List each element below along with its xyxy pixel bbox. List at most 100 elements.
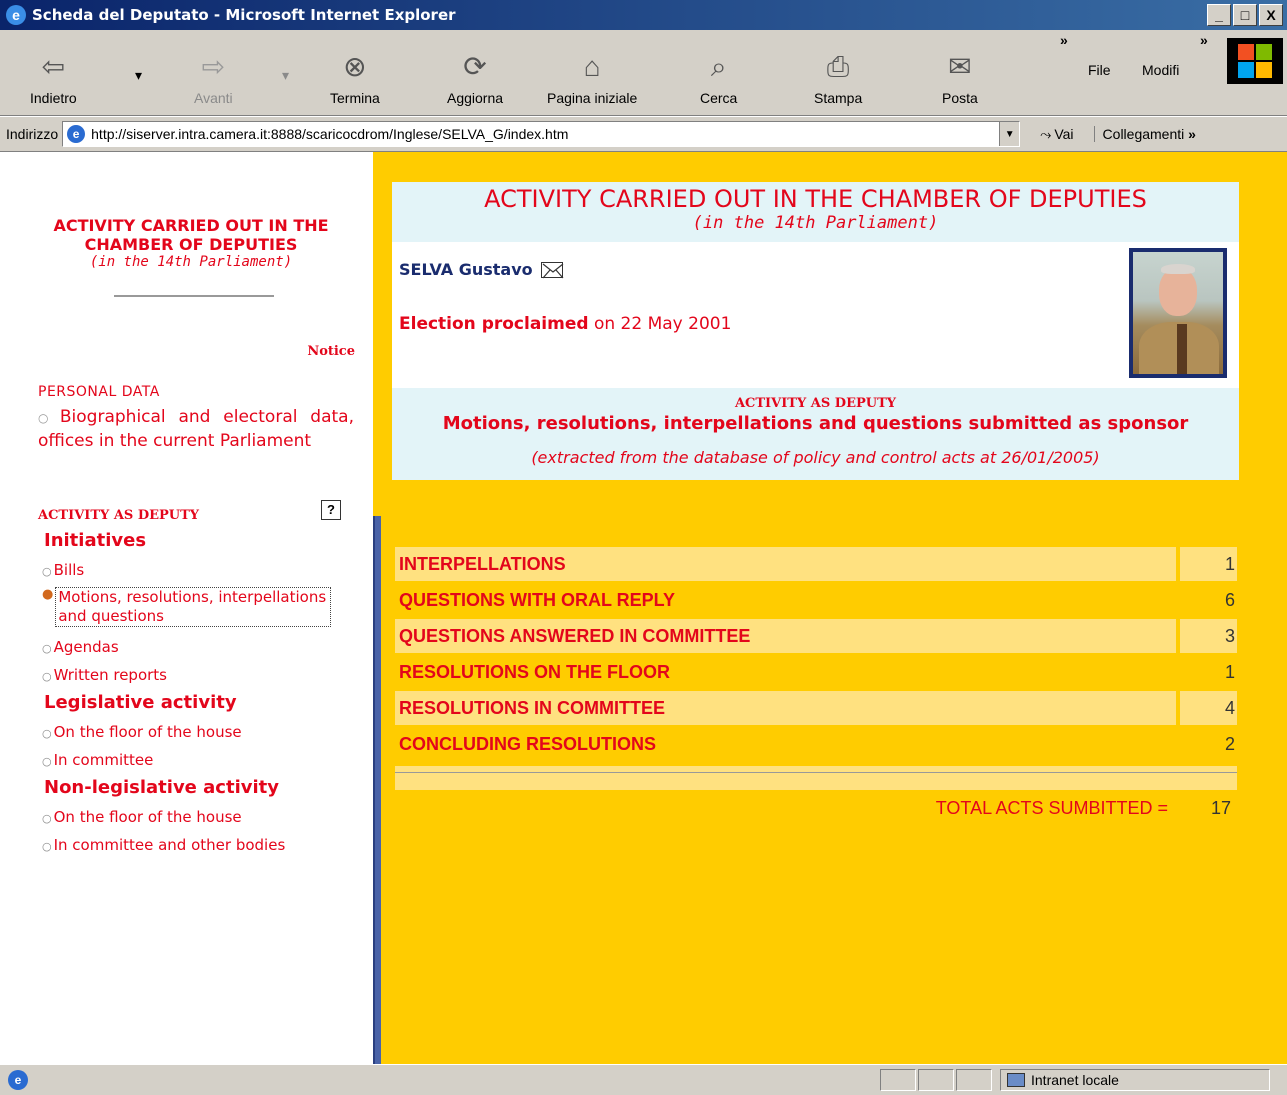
bullet-icon: ○ xyxy=(38,411,56,425)
table-row[interactable]: QUESTIONS ANSWERED IN COMMITTEE 3 xyxy=(395,619,1237,654)
page-icon: e xyxy=(67,125,86,143)
nav-title: ACTIVITY CARRIED OUT IN THE CHAMBER OF D… xyxy=(53,216,329,254)
go-arrow-icon: ⤳ xyxy=(1040,125,1052,142)
act-type-link[interactable]: RESOLUTIONS IN COMMITTEE xyxy=(395,691,1176,725)
bio-link[interactable]: ○ Biographical and electoral data, office… xyxy=(38,406,354,453)
menu-edit[interactable]: Modifi xyxy=(1142,50,1179,90)
nav-item-leg-committee[interactable]: ○ In committee xyxy=(42,751,153,769)
help-button[interactable]: ? xyxy=(321,500,341,520)
nav-item-motions[interactable]: ● Motions, resolutions, interpellations a… xyxy=(42,587,352,627)
minimize-button[interactable]: _ xyxy=(1207,4,1231,26)
address-dropdown[interactable]: ▼ xyxy=(999,122,1020,146)
act-type-link[interactable]: INTERPELLATIONS xyxy=(395,547,1176,581)
activity-as-deputy-label: ACTIVITY AS DEPUTY xyxy=(734,396,897,411)
deputy-name: SELVA Gustavo xyxy=(399,260,533,279)
nav-item-written-reports[interactable]: ○ Written reports xyxy=(42,666,167,684)
nav-item-bills[interactable]: ○ Bills xyxy=(42,561,84,579)
ie-app-icon[interactable]: e xyxy=(6,5,26,25)
table-separator xyxy=(395,766,1237,790)
home-button[interactable]: ⌂ Pagina iniziale xyxy=(547,36,637,112)
bullet-icon: ○ xyxy=(42,840,52,853)
act-count: 3 xyxy=(1180,619,1237,653)
activity-summary-header: ACTIVITY AS DEPUTY Motions, resolutions,… xyxy=(392,388,1239,480)
security-zone: Intranet locale xyxy=(1000,1069,1270,1091)
activity-heading: ACTIVITY AS DEPUTY xyxy=(38,508,200,523)
toolbar-overflow[interactable]: » xyxy=(1060,32,1068,54)
deputy-name-row: SELVA Gustavo xyxy=(399,260,564,279)
bullet-icon: ○ xyxy=(42,670,52,683)
links-toolbar[interactable]: Collegamenti » xyxy=(1093,126,1196,142)
table-row[interactable]: RESOLUTIONS IN COMMITTEE 4 xyxy=(395,691,1237,726)
content-header: ACTIVITY CARRIED OUT IN THE CHAMBER OF D… xyxy=(392,182,1239,242)
nav-item-leg-floor[interactable]: ○ On the floor of the house xyxy=(42,723,242,741)
election-info: Election proclaimed on 22 May 2001 xyxy=(399,314,732,334)
main-content-frame: ACTIVITY CARRIED OUT IN THE CHAMBER OF D… xyxy=(381,152,1287,1064)
act-type-link[interactable]: QUESTIONS ANSWERED IN COMMITTEE xyxy=(395,619,1176,653)
nav-item-agendas[interactable]: ○ Agendas xyxy=(42,638,119,656)
act-type-link[interactable]: QUESTIONS WITH ORAL REPLY xyxy=(395,583,1176,617)
status-pane xyxy=(956,1069,992,1091)
mail-button[interactable]: ✉ Posta xyxy=(942,36,978,112)
back-dropdown[interactable]: ▾ xyxy=(135,64,142,84)
windows-logo-icon xyxy=(1227,38,1283,84)
page-status-icon: e xyxy=(8,1070,28,1090)
home-icon: ⌂ xyxy=(583,51,601,82)
forward-arrow-icon: ⇨ xyxy=(201,51,226,82)
close-button[interactable]: X xyxy=(1259,4,1283,26)
address-label: Indirizzo xyxy=(6,126,59,142)
refresh-button[interactable]: ⟳ Aggiorna xyxy=(447,36,503,112)
bullet-icon: ○ xyxy=(42,812,52,825)
forward-button[interactable]: ⇨ Avanti xyxy=(194,36,233,112)
status-pane xyxy=(880,1069,916,1091)
browser-toolbar: ⇦ Indietro ▾ ⇨ Avanti ▾ ⊗ Termina ⟳ Aggi… xyxy=(0,30,1287,116)
bullet-icon: ○ xyxy=(42,642,52,655)
mail-icon: ✉ xyxy=(948,51,972,82)
zone-label: Intranet locale xyxy=(1031,1072,1119,1088)
menu-file[interactable]: File xyxy=(1088,50,1111,90)
status-bar: e Intranet locale xyxy=(0,1064,1287,1095)
table-row[interactable]: RESOLUTIONS ON THE FLOOR 1 xyxy=(395,655,1237,690)
address-url: http://siserver.intra.camera.it:8888/sca… xyxy=(91,126,569,142)
deputy-info: SELVA Gustavo Election proclaimed on 22 … xyxy=(392,242,1239,388)
page-viewport: ACTIVITY CARRIED OUT IN THE CHAMBER OF D… xyxy=(0,152,1287,1064)
act-count: 1 xyxy=(1180,547,1237,581)
left-nav-frame: ACTIVITY CARRIED OUT IN THE CHAMBER OF D… xyxy=(9,152,373,1064)
print-button[interactable]: ⎙ Stampa xyxy=(814,36,862,112)
act-type-link[interactable]: CONCLUDING RESOLUTIONS xyxy=(395,727,1176,761)
nav-item-nonleg-floor[interactable]: ○ On the floor of the house xyxy=(42,808,242,826)
legislative-heading: Legislative activity xyxy=(44,692,237,713)
extract-note: (extracted from the database of policy a… xyxy=(531,448,1100,467)
back-button[interactable]: ⇦ Indietro xyxy=(30,36,77,112)
forward-dropdown[interactable]: ▾ xyxy=(282,64,289,84)
maximize-button[interactable]: □ xyxy=(1233,4,1257,26)
dropdown-arrow-icon: ▾ xyxy=(282,67,290,83)
address-input[interactable]: e http://siserver.intra.camera.it:8888/s… xyxy=(62,121,1021,147)
activity-description: Motions, resolutions, interpellations an… xyxy=(442,413,1189,434)
nonlegislative-heading: Non-legislative activity xyxy=(44,777,279,798)
act-count: 4 xyxy=(1180,691,1237,725)
search-button[interactable]: ⌕ Cerca xyxy=(700,36,737,112)
table-row[interactable]: QUESTIONS WITH ORAL REPLY 6 xyxy=(395,583,1237,618)
stop-icon: ⊗ xyxy=(343,51,367,82)
total-label: TOTAL ACTS SUMBITTED = xyxy=(935,798,1168,818)
stop-button[interactable]: ⊗ Termina xyxy=(330,36,380,112)
acts-table: INTERPELLATIONS 1 QUESTIONS WITH ORAL RE… xyxy=(395,547,1237,763)
frame-divider[interactable] xyxy=(373,516,381,1064)
table-row[interactable]: CONCLUDING RESOLUTIONS 2 xyxy=(395,727,1237,762)
menu-overflow[interactable]: » xyxy=(1200,32,1208,54)
email-icon[interactable] xyxy=(540,261,564,278)
status-panes xyxy=(880,1069,994,1091)
act-type-link[interactable]: RESOLUTIONS ON THE FLOOR xyxy=(395,655,1176,689)
back-arrow-icon: ⇦ xyxy=(41,51,66,82)
go-button[interactable]: ⤳ Vai xyxy=(1040,126,1073,143)
table-row[interactable]: INTERPELLATIONS 1 xyxy=(395,547,1237,582)
deputy-photo xyxy=(1129,248,1227,378)
act-count: 6 xyxy=(1224,589,1235,610)
notice-link[interactable]: Notice xyxy=(307,344,355,359)
nav-item-nonleg-committee[interactable]: ○ In committee and other bodies xyxy=(42,836,285,854)
total-acts: TOTAL ACTS SUMBITTED = 17 xyxy=(395,798,1237,819)
dropdown-arrow-icon: ▾ xyxy=(135,67,143,83)
act-count: 2 xyxy=(1224,733,1235,754)
active-bullet-icon: ● xyxy=(42,587,54,602)
content-subtitle: (in the 14th Parliament) xyxy=(692,213,939,233)
